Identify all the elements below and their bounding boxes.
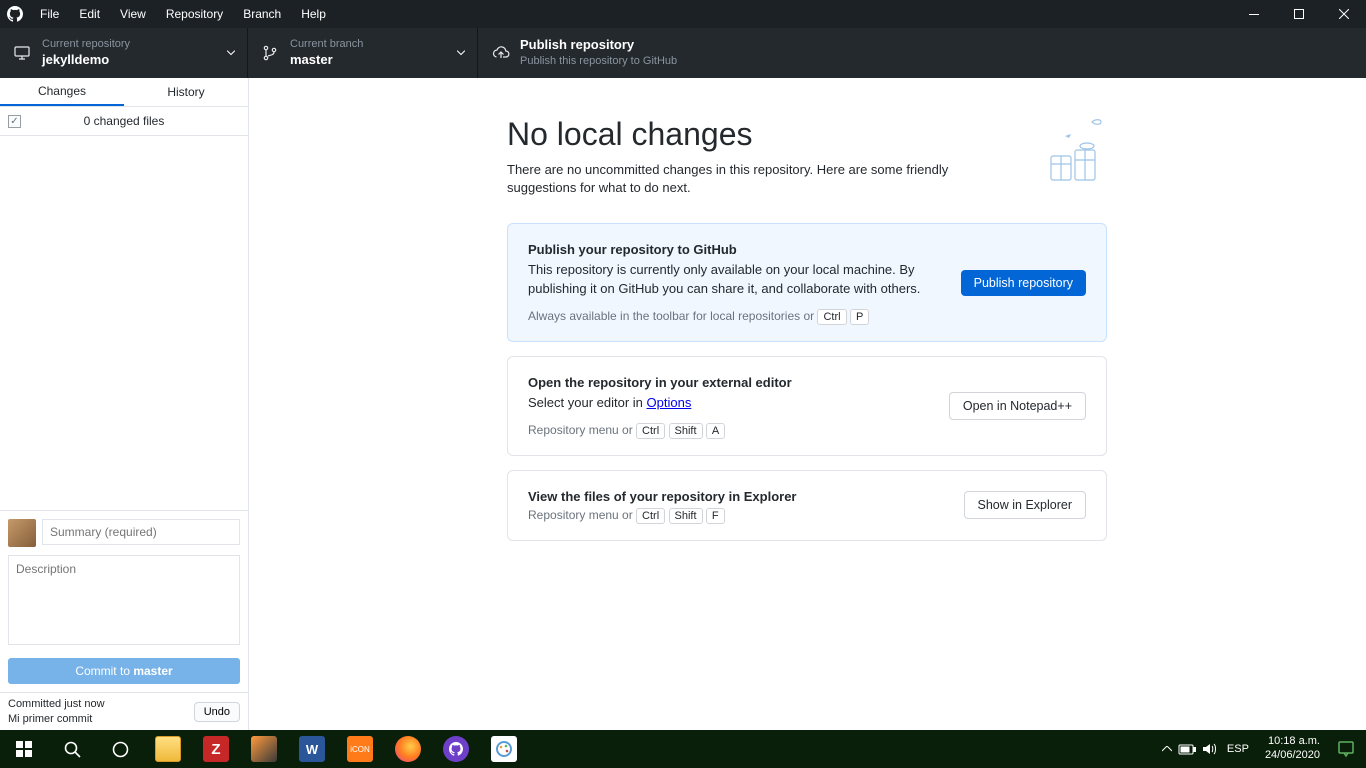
page-title: No local changes (507, 116, 1107, 153)
card-publish-title: Publish your repository to GitHub (528, 242, 1086, 257)
current-branch-dropdown[interactable]: Current branch master (248, 28, 478, 78)
search-icon[interactable] (48, 730, 96, 768)
close-button[interactable] (1321, 0, 1366, 28)
kbd-ctrl: Ctrl (636, 508, 665, 524)
main: Changes History ✓ 0 changed files Commit… (0, 78, 1366, 730)
windows-taskbar: Z W iCON ESP 10:18 a.m. 24/06/2020 (0, 730, 1366, 768)
card-editor-body: Select your editor in Options (528, 394, 938, 413)
commit-button[interactable]: Commit to master (8, 658, 240, 684)
chevron-down-icon (457, 51, 465, 56)
tray-chevron-icon[interactable] (1162, 746, 1172, 752)
github-logo-icon (0, 6, 30, 22)
undo-button[interactable]: Undo (194, 702, 240, 722)
branch-icon (262, 45, 280, 61)
clock-date: 24/06/2020 (1265, 749, 1320, 763)
content: No local changes There are no uncommitte… (249, 78, 1366, 730)
menu-help[interactable]: Help (291, 0, 336, 28)
options-link[interactable]: Options (647, 395, 692, 410)
titlebar: File Edit View Repository Branch Help (0, 0, 1366, 28)
summary-input[interactable] (42, 519, 240, 545)
repo-value: jekylldemo (42, 52, 130, 69)
select-all-checkbox[interactable]: ✓ (8, 115, 21, 128)
taskbar-tray: ESP 10:18 a.m. 24/06/2020 (1162, 735, 1366, 763)
taskbar-app-github-desktop[interactable] (432, 730, 480, 768)
kbd-shift: Shift (669, 508, 703, 524)
maximize-button[interactable] (1276, 0, 1321, 28)
publish-repository-toolbar-button[interactable]: Publish repository Publish this reposito… (478, 28, 710, 78)
window-controls (1231, 0, 1366, 28)
card-publish-body: This repository is currently only availa… (528, 261, 938, 299)
sidebar-tabs: Changes History (0, 78, 248, 107)
battery-icon[interactable] (1178, 744, 1196, 755)
taskbar-app-winamp[interactable] (240, 730, 288, 768)
repo-label: Current repository (42, 37, 130, 51)
menu-file[interactable]: File (30, 0, 69, 28)
last-commit-time: Committed just now (8, 697, 194, 711)
description-input[interactable] (8, 555, 240, 645)
current-repository-dropdown[interactable]: Current repository jekylldemo (0, 28, 248, 78)
card-editor-title: Open the repository in your external edi… (528, 375, 1086, 390)
taskbar-app-icon[interactable]: iCON (336, 730, 384, 768)
changes-list-empty (0, 136, 248, 510)
menu-view[interactable]: View (110, 0, 156, 28)
card-open-editor: Open the repository in your external edi… (507, 356, 1107, 456)
kbd-f: F (706, 508, 725, 524)
volume-icon[interactable] (1202, 742, 1217, 756)
card-editor-hint: Repository menu or Ctrl Shift A (528, 423, 1086, 437)
kbd-shift: Shift (669, 423, 703, 439)
branch-value: master (290, 52, 363, 69)
publish-title: Publish repository (520, 37, 677, 54)
action-center-icon[interactable] (1332, 735, 1360, 763)
chevron-down-icon (227, 51, 235, 56)
taskbar-app-paint[interactable] (480, 730, 528, 768)
publish-repository-button[interactable]: Publish repository (961, 270, 1086, 296)
kbd-ctrl: Ctrl (636, 423, 665, 439)
menu-branch[interactable]: Branch (233, 0, 291, 28)
cortana-icon[interactable] (96, 730, 144, 768)
clock-time: 10:18 a.m. (1265, 735, 1320, 749)
sidebar: Changes History ✓ 0 changed files Commit… (0, 78, 249, 730)
avatar (8, 519, 36, 547)
taskbar-app-firefox[interactable] (384, 730, 432, 768)
app-menu: File Edit View Repository Branch Help (30, 0, 336, 28)
kbd-p: P (850, 309, 869, 325)
changed-files-count: 0 changed files (84, 114, 165, 128)
card-show-explorer: View the files of your repository in Exp… (507, 470, 1107, 541)
hero: No local changes There are no uncommitte… (507, 116, 1107, 197)
toolbar: Current repository jekylldemo Current br… (0, 28, 1366, 78)
tab-history[interactable]: History (124, 78, 248, 106)
changes-header: ✓ 0 changed files (0, 107, 248, 136)
minimize-button[interactable] (1231, 0, 1276, 28)
monitor-icon (14, 45, 32, 61)
kbd-ctrl: Ctrl (817, 309, 846, 325)
menu-edit[interactable]: Edit (69, 0, 110, 28)
cloud-upload-icon (492, 45, 510, 61)
commit-form: Commit to master (0, 510, 248, 692)
branch-label: Current branch (290, 37, 363, 51)
empty-state-illustration (1039, 116, 1109, 191)
taskbar-app-zotero[interactable]: Z (192, 730, 240, 768)
taskbar-clock[interactable]: 10:18 a.m. 24/06/2020 (1259, 735, 1326, 763)
page-subtitle: There are no uncommitted changes in this… (507, 161, 997, 197)
kbd-a: A (706, 423, 725, 439)
publish-sub: Publish this repository to GitHub (520, 54, 677, 68)
taskbar-app-word[interactable]: W (288, 730, 336, 768)
last-commit-message: Mi primer commit (8, 712, 194, 726)
card-publish-hint: Always available in the toolbar for loca… (528, 309, 1086, 323)
start-button[interactable] (0, 730, 48, 768)
show-in-explorer-button[interactable]: Show in Explorer (964, 491, 1087, 519)
taskbar-app-explorer[interactable] (144, 730, 192, 768)
open-in-editor-button[interactable]: Open in Notepad++ (949, 392, 1086, 420)
menu-repository[interactable]: Repository (156, 0, 233, 28)
last-commit-row: Committed just now Mi primer commit Undo (0, 692, 248, 730)
language-indicator[interactable]: ESP (1223, 743, 1253, 755)
tab-changes[interactable]: Changes (0, 78, 124, 106)
card-publish: Publish your repository to GitHub This r… (507, 223, 1107, 342)
